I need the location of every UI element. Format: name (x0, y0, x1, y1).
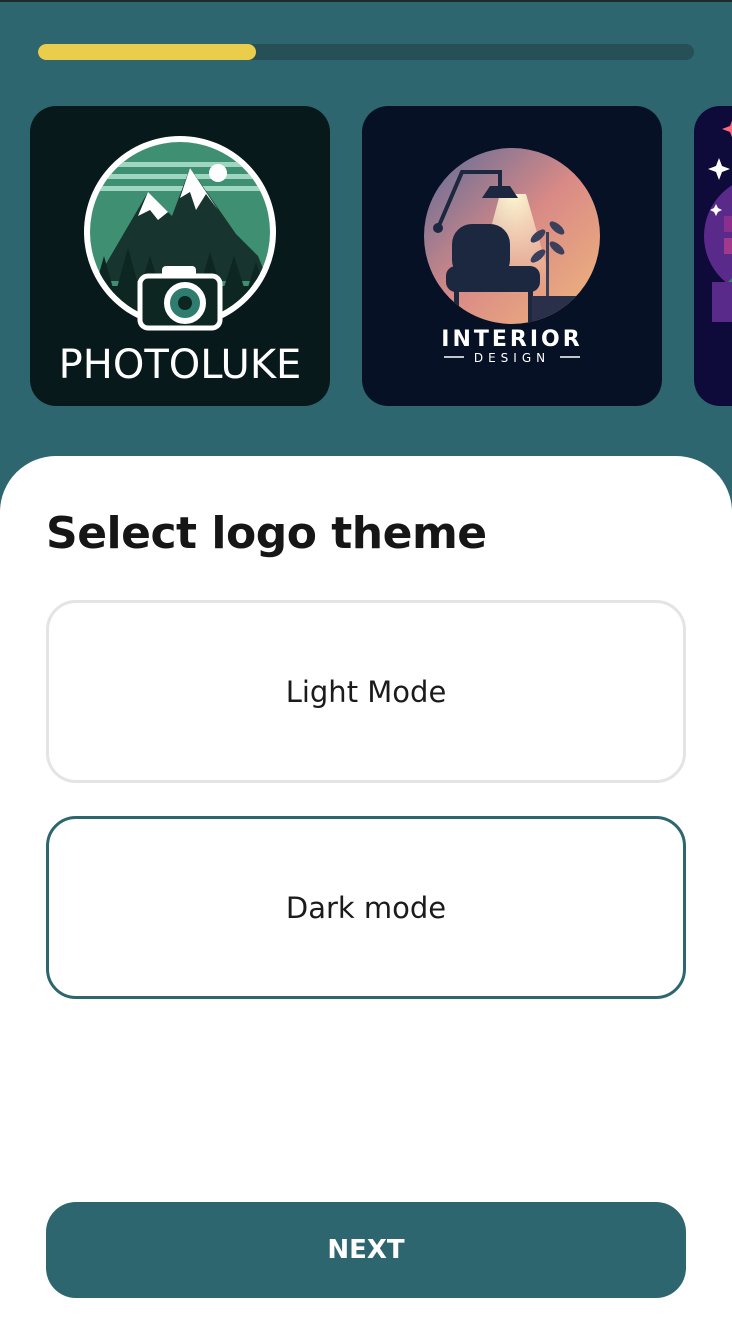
photoluke-logo-image: PHOTOLUKE (59, 136, 302, 388)
page-title: Select logo theme (46, 508, 487, 559)
design-logo-text: DESIGN (474, 351, 550, 365)
interior-design-logo-image: INTERIOR DESIGN (424, 148, 600, 365)
logo-card-interior-design[interactable]: INTERIOR DESIGN (362, 106, 662, 406)
bottom-sheet: Select logo theme Light Mode Dark mode N… (0, 456, 732, 1340)
partial-logo-image (704, 120, 732, 322)
top-border (0, 0, 732, 2)
logo-carousel[interactable]: PHOTOLUKE INTERIOR DESIGN (30, 106, 732, 406)
logo-card-partial[interactable] (694, 106, 732, 406)
photoluke-logo-text: PHOTOLUKE (59, 342, 302, 388)
logo-card-photoluke[interactable]: PHOTOLUKE (30, 106, 330, 406)
interior-logo-text: INTERIOR (441, 327, 582, 352)
light-mode-option[interactable]: Light Mode (46, 600, 686, 783)
dark-mode-label: Dark mode (285, 890, 447, 925)
progress-bar (38, 44, 694, 60)
progress-bar-fill (38, 44, 257, 60)
light-mode-label: Light Mode (285, 674, 447, 709)
next-button[interactable]: NEXT (46, 1202, 686, 1298)
dark-mode-option[interactable]: Dark mode (46, 816, 686, 999)
